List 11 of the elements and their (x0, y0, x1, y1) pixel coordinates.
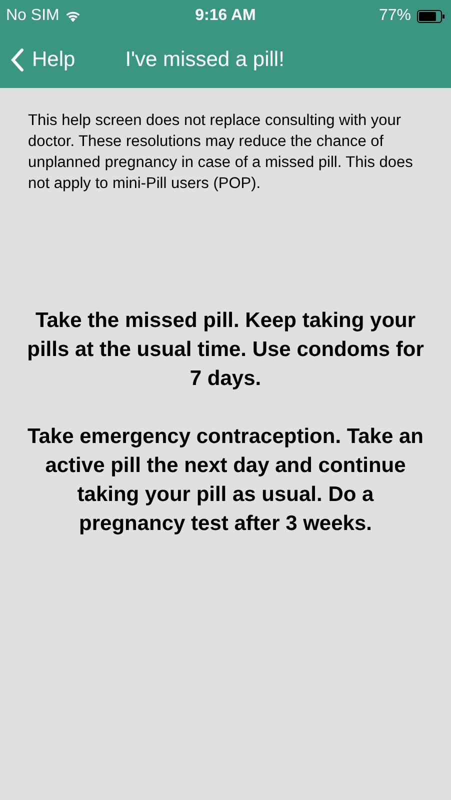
battery-icon (417, 10, 445, 22)
battery-percent: 77% (378, 7, 411, 25)
instruction-text: Take emergency contraception. Take an active pill the next day and continue taking your pill as usual. Do a pregnancy test after 3 weeks. (26, 424, 425, 537)
carrier-label: No SIM (6, 7, 60, 25)
back-button[interactable]: Help (0, 48, 76, 72)
wifi-icon (65, 10, 82, 22)
status-time: 9:16 AM (195, 7, 256, 25)
chevron-left-icon (10, 48, 24, 72)
disclaimer-text: This help screen does not replace consulting with your doctor. These resolutions may reduce the chance of unplanned pregnancy in case of a missed pill. This does not apply to mini-Pill users (POP). (28, 111, 414, 194)
screen-title: I've missed a pill! (125, 48, 284, 72)
instruction-text: Take the missed pill. Keep taking your pills at the usual time. Use condoms for 7 days. (26, 308, 425, 392)
